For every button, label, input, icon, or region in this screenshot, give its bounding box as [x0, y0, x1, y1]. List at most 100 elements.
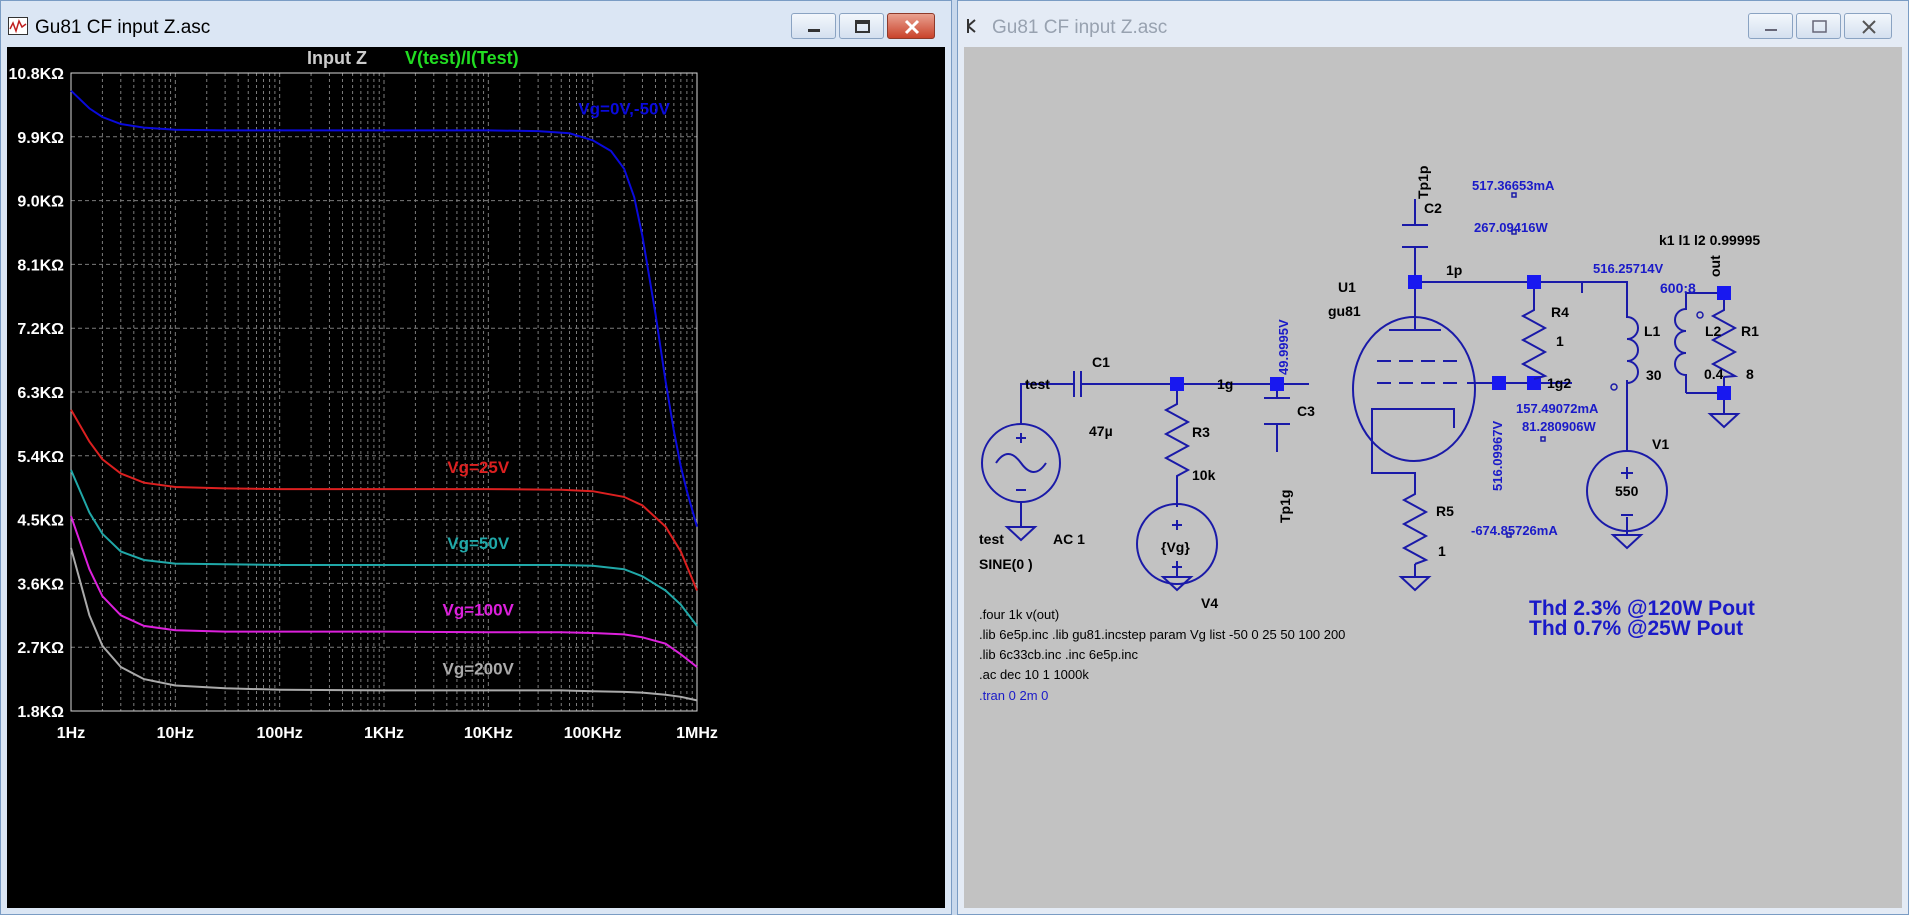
part-value-v1[interactable]: 550: [1615, 483, 1639, 499]
schematic-titlebar[interactable]: Gu81 CF input Z.asc: [958, 1, 1908, 47]
x-tick-label: 100Hz: [257, 725, 303, 742]
l2-dot: [1696, 311, 1704, 319]
close-icon: [1862, 20, 1876, 34]
trace-label: Vg=200V: [443, 659, 515, 678]
op-grid-voltage[interactable]: 49.9995V: [1276, 319, 1291, 375]
y-tick-label: 2.7KΩ: [17, 640, 64, 657]
spice-directive-disabled[interactable]: .tran 0 2m 0: [979, 688, 1048, 703]
y-tick-label: 10.8KΩ: [8, 66, 64, 83]
net-label-test-bottom[interactable]: test: [979, 531, 1004, 547]
part-ref-l2[interactable]: L2: [1705, 323, 1722, 339]
spice-directive[interactable]: .lib 6c33cb.inc .inc 6e5p.inc: [979, 647, 1138, 662]
op-screen-current[interactable]: 157.49072mA: [1516, 401, 1599, 416]
minimize-button[interactable]: [791, 13, 836, 39]
close-button[interactable]: [887, 13, 935, 39]
y-tick-label: 1.8KΩ: [17, 704, 64, 721]
op-plate-power[interactable]: 267.09416W: [1474, 220, 1548, 235]
close-icon: [904, 19, 920, 35]
op-plate-voltage[interactable]: 516.25714V: [1593, 261, 1663, 276]
x-tick-label: 10Hz: [157, 725, 194, 742]
vacuum-tube-u1: [1352, 316, 1476, 462]
part-ref-c1[interactable]: C1: [1092, 354, 1110, 370]
l1-dot: [1610, 383, 1618, 391]
op-plate-current[interactable]: 517.36653mA: [1472, 178, 1555, 193]
schematic-cursor-icon: [967, 19, 976, 33]
waveform-titlebar[interactable]: Gu81 CF input Z.asc: [1, 1, 951, 47]
net-label-1g[interactable]: 1g: [1217, 376, 1233, 392]
chart-trace-labels: Vg=0V,-50V Vg=25V Vg=50V Vg=100V Vg=200V: [443, 99, 671, 678]
ac-source-symbol: [981, 409, 1061, 517]
trace-label: Vg=50V: [447, 534, 510, 553]
part-value-c1[interactable]: 47µ: [1089, 423, 1113, 439]
trace-expression[interactable]: V(test)/I(Test): [405, 48, 519, 68]
maximize-button[interactable]: [839, 13, 884, 39]
part-ref-l1[interactable]: L1: [1644, 323, 1661, 339]
waveform-plot-pane[interactable]: Input Z V(test)/I(Test) 1.8KΩ 2.7KΩ 3.6KΩ 4…: [7, 47, 945, 908]
x-tick-label: 1Hz: [57, 725, 85, 742]
waveform-window: Gu81 CF input Z.asc Input Z V(test)/I(Te…: [0, 0, 952, 915]
trace-label: Vg=100V: [443, 601, 515, 620]
waveform-plot-icon: [8, 17, 28, 35]
spice-directive[interactable]: .four 1k v(out): [979, 607, 1059, 622]
window-title: Gu81 CF input Z.asc: [992, 17, 1168, 38]
schematic-window: Gu81 CF input Z.asc test test 1g 1p 1g2 …: [957, 0, 1909, 915]
trace-name[interactable]: Input Z: [307, 48, 367, 68]
part-ref-r5[interactable]: R5: [1436, 503, 1454, 519]
coupling-directive[interactable]: k1 l1 l2 0.99995: [1659, 232, 1760, 248]
op-screen-voltage[interactable]: 516.09967V: [1490, 421, 1505, 491]
transformer-ratio[interactable]: 600:8: [1660, 280, 1696, 296]
part-ref-r4[interactable]: R4: [1551, 304, 1569, 320]
part-ref-c2[interactable]: C2: [1424, 200, 1442, 216]
close-button[interactable]: [1844, 13, 1892, 39]
x-tick-label: 10KHz: [464, 725, 513, 742]
trace-label: Vg=0V,-50V: [578, 99, 670, 118]
y-tick-label: 7.2KΩ: [17, 321, 64, 338]
op-cathode-current[interactable]: -674.85726mA: [1471, 523, 1558, 538]
part-value-r4[interactable]: 1: [1556, 333, 1564, 349]
part-ref-r3[interactable]: R3: [1192, 424, 1210, 440]
y-tick-label: 4.5KΩ: [17, 513, 64, 530]
chart-grid: [70, 72, 698, 712]
op-screen-power[interactable]: 81.280906W: [1522, 419, 1596, 434]
net-label-tp1p[interactable]: Tp1p: [1415, 166, 1431, 199]
part-value-r1[interactable]: 8: [1746, 366, 1754, 382]
part-value-r3[interactable]: 10k: [1192, 467, 1216, 483]
schematic-drawing[interactable]: test test 1g 1p 1g2 out Tp1p Tp1g C1 47µ…: [964, 47, 1904, 910]
minimize-button[interactable]: [1748, 13, 1793, 39]
y-tick-label: 5.4KΩ: [17, 449, 64, 466]
y-tick-label: 3.6KΩ: [17, 576, 64, 593]
source-ac-value[interactable]: AC 1: [1053, 531, 1085, 547]
part-ref-v1[interactable]: V1: [1652, 436, 1669, 452]
part-ref-r1[interactable]: R1: [1741, 323, 1759, 339]
window-title: Gu81 CF input Z.asc: [35, 17, 211, 38]
capacitor-symbols: [1073, 224, 1428, 425]
part-ref-v4[interactable]: V4: [1201, 595, 1218, 611]
part-ref-c3[interactable]: C3: [1297, 403, 1315, 419]
spice-directive[interactable]: .lib 6e5p.inc .lib gu81.incstep param Vg…: [979, 627, 1345, 642]
part-value-r5[interactable]: 1: [1438, 543, 1446, 559]
y-tick-label: 9.9KΩ: [17, 130, 64, 147]
minimize-icon: [808, 29, 820, 32]
net-label-out[interactable]: out: [1707, 255, 1723, 277]
part-value-v4[interactable]: {Vg}: [1161, 539, 1190, 555]
schematic-wires: [1020, 199, 1725, 577]
schematic-canvas[interactable]: test test 1g 1p 1g2 out Tp1p Tp1g C1 47µ…: [964, 47, 1902, 908]
thd-note[interactable]: Thd 0.7% @25W Pout: [1529, 617, 1743, 640]
x-tick-label: 1KHz: [364, 725, 404, 742]
net-label-1g2[interactable]: 1g2: [1547, 375, 1571, 391]
input-z-chart[interactable]: Input Z V(test)/I(Test) 1.8KΩ 2.7KΩ 3.6KΩ 4…: [7, 47, 947, 910]
x-tick-label: 1MHz: [676, 725, 718, 742]
source-sine-value[interactable]: SINE(0 ): [979, 556, 1033, 572]
net-label-tp1g[interactable]: Tp1g: [1277, 490, 1293, 523]
maximize-icon: [1812, 20, 1827, 33]
part-value-l1[interactable]: 30: [1646, 367, 1662, 383]
part-value-u1[interactable]: gu81: [1328, 303, 1361, 319]
net-label-test[interactable]: test: [1025, 376, 1050, 392]
chart-axes: 1.8KΩ 2.7KΩ 3.6KΩ 4.5KΩ 5.4KΩ 6.3KΩ 7.2KΩ 8.1KΩ…: [8, 66, 717, 742]
spice-directive[interactable]: .ac dec 10 1 1000k: [979, 667, 1089, 682]
maximize-button[interactable]: [1796, 13, 1841, 39]
part-value-l2[interactable]: 0.4: [1704, 366, 1724, 382]
minimize-icon: [1765, 29, 1777, 31]
net-label-1p[interactable]: 1p: [1446, 262, 1462, 278]
part-ref-u1[interactable]: U1: [1338, 279, 1356, 295]
